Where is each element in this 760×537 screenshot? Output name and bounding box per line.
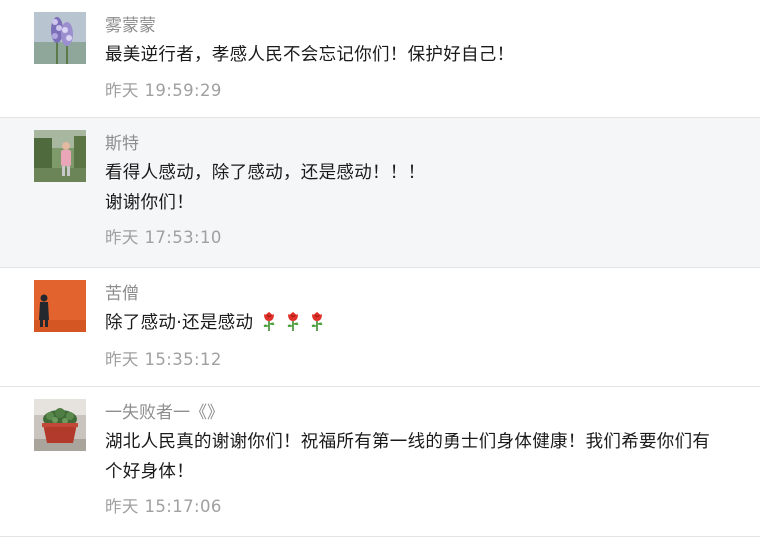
comment-text-line: 湖北人民真的谢谢你们！祝福所有第一线的勇士们身体健康！我们希要你们有 <box>105 432 711 452</box>
comment-timestamp: 昨天 15:17:06 <box>105 497 222 516</box>
comment-item: 斯特 看得人感动，除了感动，还是感动！！！ 谢谢你们！ 昨天 17:53:10 <box>0 118 760 268</box>
comment-item: 一失败者一《》 湖北人民真的谢谢你们！祝福所有第一线的勇士们身体健康！我们希要你… <box>0 387 760 537</box>
rose-icon <box>261 310 277 332</box>
comment-item: 苦僧 除了感动·还是感动 昨天 15:35:12 <box>0 268 760 387</box>
comment-text-content: 除了感动·还是感动 <box>105 313 254 333</box>
comment-text-line: 除了感动·还是感动 <box>105 308 736 338</box>
comment-timestamp: 昨天 19:59:29 <box>105 81 222 100</box>
rose-icon <box>309 310 325 332</box>
comment-text-line: 谢谢你们！ <box>105 193 194 213</box>
comment-author[interactable]: 一失败者一《》 <box>105 401 224 425</box>
avatar[interactable] <box>34 130 86 182</box>
comment-text: 除了感动·还是感动 <box>105 308 736 338</box>
comment-text-line: 看得人感动，除了感动，还是感动！！！ <box>105 163 426 183</box>
orange-wall-person-avatar-icon <box>34 280 86 332</box>
lavender-flower-avatar-icon <box>34 12 86 64</box>
comment-item: 雾蒙蒙 最美逆行者，孝感人民不会忘记你们！保护好自己！ 昨天 19:59:29 <box>0 0 760 118</box>
avatar[interactable] <box>34 280 86 332</box>
comment-text: 湖北人民真的谢谢你们！祝福所有第一线的勇士们身体健康！我们希要你们有 个好身体！ <box>105 427 736 487</box>
comment-author[interactable]: 雾蒙蒙 <box>105 14 156 38</box>
rose-icon <box>285 310 301 332</box>
comment-timestamp: 昨天 15:35:12 <box>105 350 222 369</box>
comment-author[interactable]: 苦僧 <box>105 282 139 306</box>
comment-text-line: 个好身体！ <box>105 462 194 482</box>
comment-text: 看得人感动，除了感动，还是感动！！！ 谢谢你们！ <box>105 158 736 218</box>
comment-list: 雾蒙蒙 最美逆行者，孝感人民不会忘记你们！保护好自己！ 昨天 19:59:29 … <box>0 0 760 537</box>
comment-author[interactable]: 斯特 <box>105 132 139 156</box>
comment-text: 最美逆行者，孝感人民不会忘记你们！保护好自己！ <box>105 40 736 70</box>
comment-text-line: 最美逆行者，孝感人民不会忘记你们！保护好自己！ <box>105 45 515 65</box>
potted-plant-avatar-icon <box>34 399 86 451</box>
avatar[interactable] <box>34 12 86 64</box>
garden-person-avatar-icon <box>34 130 86 182</box>
avatar[interactable] <box>34 399 86 451</box>
comment-timestamp: 昨天 17:53:10 <box>105 228 222 247</box>
